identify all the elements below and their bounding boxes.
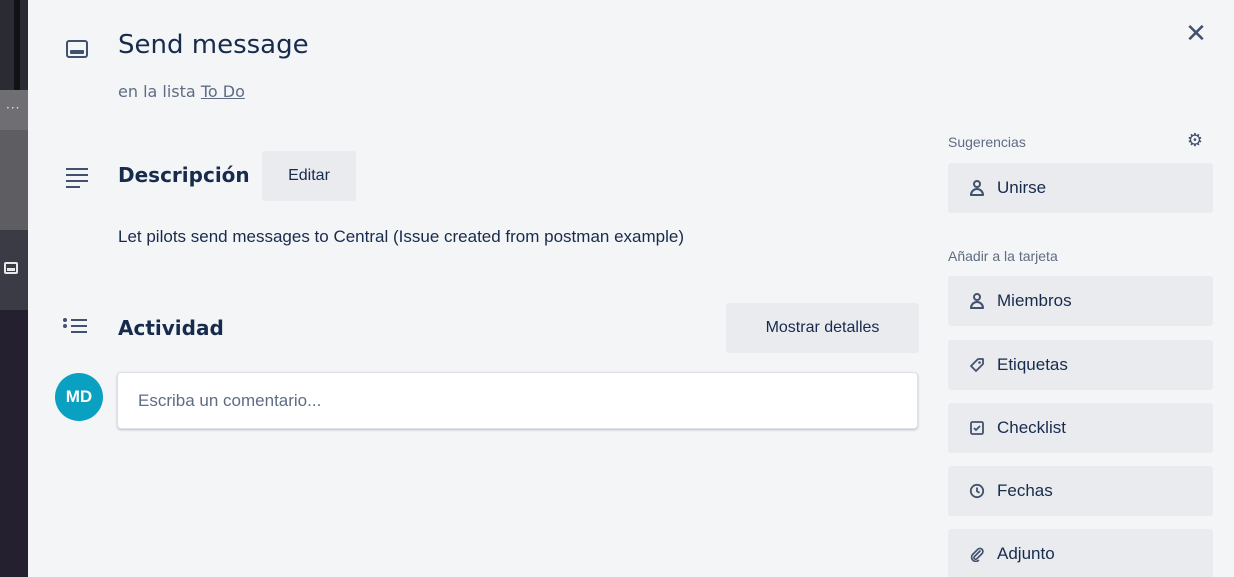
tag-icon [966,340,988,390]
add-to-card-label: Añadir a la tarjeta [948,248,1058,264]
close-icon: ✕ [1185,19,1207,49]
list-prefix: en la lista [118,82,196,101]
join-label: Unirse [997,178,1047,197]
person-icon [966,276,988,326]
clock-icon [966,466,988,516]
card-icon [4,262,18,274]
join-button[interactable]: Unirse [948,163,1213,213]
dates-label: Fechas [997,481,1053,500]
more-icon: ··· [6,101,21,115]
person-icon [966,163,988,213]
suggestions-label: Sugerencias [948,134,1026,150]
board-bg-segment [0,130,30,230]
activity-heading: Actividad [118,316,224,340]
board-bg-divider [14,0,20,90]
description-heading: Descripción [118,163,250,187]
paperclip-icon [966,529,988,577]
board-background: ··· [0,0,30,577]
card-title-icon [66,40,88,58]
close-button[interactable]: ✕ [1182,20,1210,48]
attachment-button[interactable]: Adjunto [948,529,1213,577]
list-info: en la lista To Do [118,82,245,101]
list-link[interactable]: To Do [201,82,245,101]
checklist-icon [966,403,988,453]
description-text[interactable]: Let pilots send messages to Central (Iss… [118,227,684,247]
dates-button[interactable]: Fechas [948,466,1213,516]
checklist-button[interactable]: Checklist [948,403,1213,453]
labels-button[interactable]: Etiquetas [948,340,1213,390]
card-title[interactable]: Send message [118,30,309,60]
gear-icon[interactable]: ⚙ [1185,131,1205,151]
activity-icon [63,316,89,336]
attachment-label: Adjunto [997,544,1055,563]
description-icon [66,168,88,192]
board-bg-segment [0,310,30,577]
avatar[interactable]: MD [55,373,103,421]
edit-description-button[interactable]: Editar [262,151,356,201]
checklist-label: Checklist [997,418,1066,437]
members-button[interactable]: Miembros [948,276,1213,326]
comment-input[interactable] [117,372,918,429]
labels-label: Etiquetas [997,355,1068,374]
members-label: Miembros [997,291,1072,310]
show-details-button[interactable]: Mostrar detalles [726,303,919,353]
card-detail-modal: ✕ Send message en la lista To Do Descrip… [28,0,1234,577]
